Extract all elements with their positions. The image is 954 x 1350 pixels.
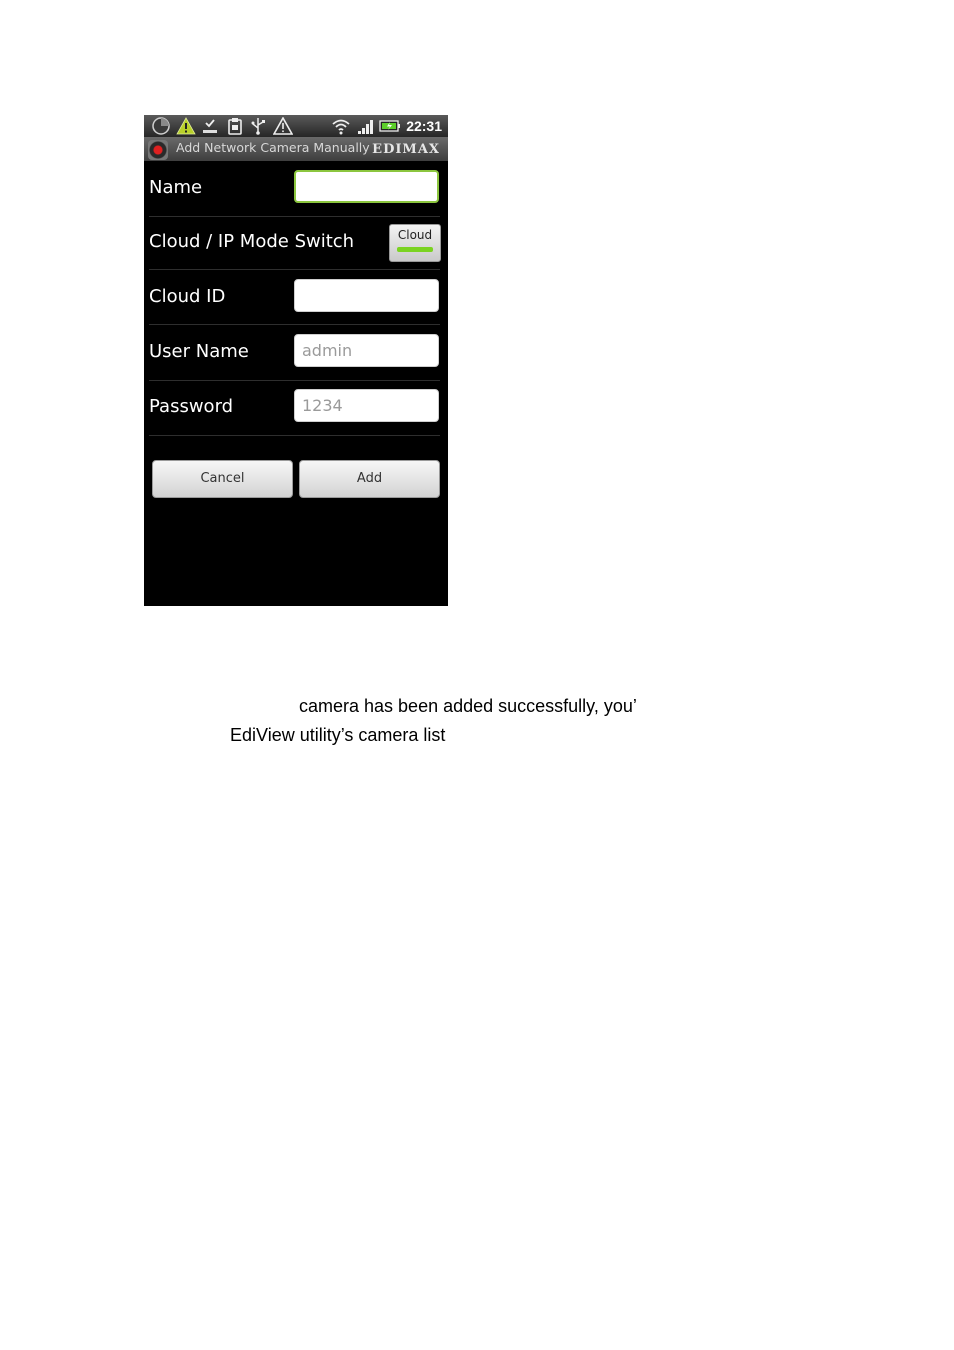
password-field[interactable]: 1234 <box>294 389 439 422</box>
document-text-line: camera has been added successfully, you’ <box>299 696 637 716</box>
username-field[interactable]: admin <box>294 334 439 367</box>
title-bar: Add Network Camera Manually EDIMAX <box>144 137 448 161</box>
page-title: Add Network Camera Manually <box>176 140 370 155</box>
add-button[interactable]: Add <box>299 460 440 498</box>
divider <box>149 269 440 270</box>
cloud-id-field[interactable] <box>294 279 439 312</box>
username-label: User Name <box>149 341 249 362</box>
download-icon <box>201 117 219 135</box>
status-bar: 22:31 <box>144 115 448 137</box>
cloud-ip-toggle[interactable]: Cloud <box>389 224 441 262</box>
battery-icon <box>378 117 402 135</box>
divider <box>149 216 440 217</box>
usb-icon <box>249 117 267 135</box>
toggle-indicator <box>397 247 433 252</box>
clipboard-icon <box>226 117 244 135</box>
mode-switch-label: Cloud / IP Mode Switch <box>149 231 355 252</box>
warning-icon <box>175 117 197 135</box>
wifi-icon <box>330 117 352 135</box>
toggle-label: Cloud <box>397 228 433 242</box>
divider <box>149 324 440 325</box>
divider <box>149 380 440 381</box>
brand-logo: EDIMAX <box>372 142 440 157</box>
name-label: Name <box>149 177 203 198</box>
alert-outline-icon <box>272 117 294 135</box>
status-time: 22:31 <box>406 118 442 134</box>
cancel-button[interactable]: Cancel <box>152 460 293 498</box>
cloud-id-label: Cloud ID <box>149 286 226 307</box>
notification-circle-icon <box>150 117 172 135</box>
divider <box>149 435 440 436</box>
phone-screenshot: 22:31 Add Network Camera Manually EDIMAX… <box>144 115 448 606</box>
app-logo-icon <box>148 140 168 160</box>
name-field[interactable] <box>294 170 439 203</box>
password-label: Password <box>149 396 234 417</box>
signal-icon <box>355 117 377 135</box>
document-text-line: EdiView utility’s camera list <box>230 725 446 745</box>
